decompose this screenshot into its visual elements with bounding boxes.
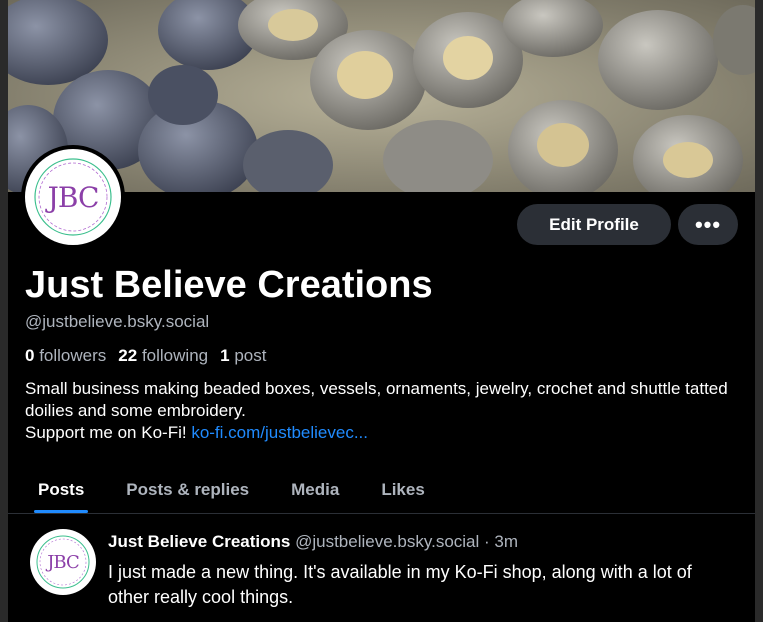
post-author-avatar[interactable]: JBC	[30, 529, 96, 595]
edit-profile-button[interactable]: Edit Profile	[517, 204, 671, 245]
profile-display-name: Just Believe Creations	[25, 264, 433, 306]
kofi-link[interactable]: ko-fi.com/justbelievec...	[191, 423, 368, 442]
avatar-logo: JBC	[25, 149, 121, 245]
following-stat[interactable]: 22 following	[118, 346, 208, 366]
tab-likes[interactable]: Likes	[360, 466, 445, 513]
post-text: I just made a new thing. It's available …	[108, 562, 692, 607]
post-author-name[interactable]: Just Believe Creations	[108, 532, 290, 551]
profile-avatar[interactable]: JBC	[21, 145, 125, 249]
avatar-monogram: JBC	[47, 180, 100, 214]
bio-text: Small business making beaded boxes, vess…	[25, 379, 728, 420]
posts-count: 1	[220, 346, 230, 365]
window-edge-right	[755, 0, 763, 622]
bio-support-text: Support me on Ko-Fi!	[25, 423, 192, 442]
tab-media[interactable]: Media	[270, 466, 360, 513]
profile-page: JBC Edit Profile ••• Just Believe Creati…	[8, 0, 755, 622]
more-options-button[interactable]: •••	[678, 204, 738, 245]
posts-stat: 1 post	[220, 346, 266, 366]
tab-posts-and-replies[interactable]: Posts & replies	[105, 466, 270, 513]
profile-stats: 0 followers 22 following 1 post	[25, 346, 278, 366]
post-separator: ·	[479, 532, 495, 551]
bio-support-line: Support me on Ko-Fi! ko-fi.com/justbelie…	[25, 422, 735, 444]
post-timestamp[interactable]: 3m	[494, 532, 518, 551]
feed-post[interactable]: JBC Just Believe Creations @justbelieve.…	[8, 515, 755, 622]
window-edge-left	[0, 0, 8, 622]
followers-label: followers	[39, 346, 107, 365]
following-label: following	[141, 346, 209, 365]
followers-count: 0	[25, 346, 35, 365]
profile-bio: Small business making beaded boxes, vess…	[25, 378, 735, 444]
profile-tabs: Posts Posts & replies Media Likes	[8, 466, 755, 514]
post-header: Just Believe Creations @justbelieve.bsky…	[108, 532, 518, 552]
post-author-handle[interactable]: @justbelieve.bsky.social	[295, 532, 479, 551]
post-avatar-monogram: JBC	[47, 551, 80, 573]
ellipsis-icon: •••	[694, 211, 722, 237]
tab-posts[interactable]: Posts	[17, 466, 105, 513]
profile-handle: @justbelieve.bsky.social	[25, 312, 210, 331]
following-count: 22	[118, 346, 138, 365]
posts-label: post	[234, 346, 267, 365]
followers-stat[interactable]: 0 followers	[25, 346, 106, 366]
